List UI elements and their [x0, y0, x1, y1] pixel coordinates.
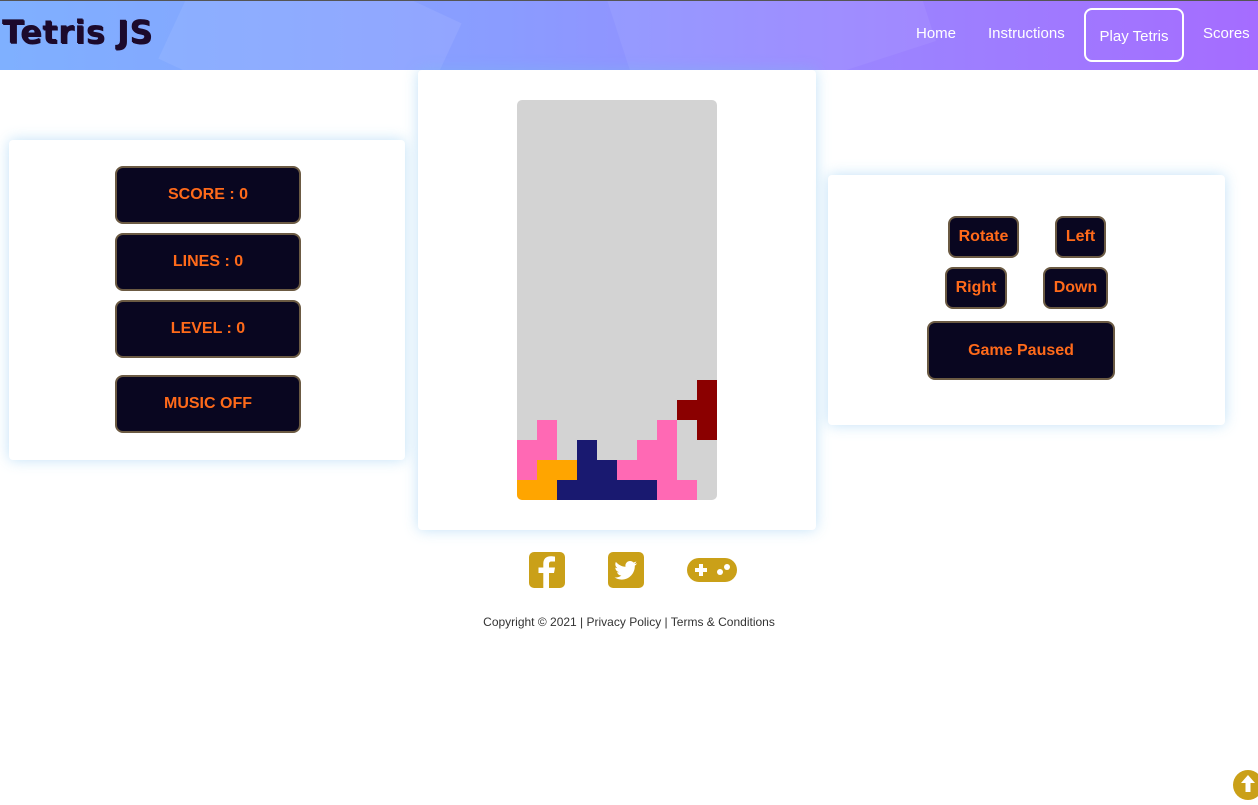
facebook-icon[interactable] — [529, 552, 565, 588]
pause-button[interactable]: Game Paused — [927, 321, 1115, 380]
board-block — [697, 420, 717, 440]
controls-panel: Rotate Left Right Down Game Paused — [828, 175, 1225, 425]
nav-home[interactable]: Home — [916, 1, 956, 69]
board-block — [617, 480, 637, 500]
privacy-policy-link[interactable]: Privacy Policy — [587, 615, 662, 629]
board-block — [517, 460, 537, 480]
down-button[interactable]: Down — [1043, 267, 1108, 309]
board-block — [637, 460, 657, 480]
arrow-up-icon — [1241, 775, 1255, 792]
board-block — [657, 420, 677, 440]
level-display: LEVEL : 0 — [115, 300, 301, 358]
board-block — [557, 480, 577, 500]
board-block — [537, 480, 557, 500]
board-block — [657, 480, 677, 500]
right-button[interactable]: Right — [945, 267, 1007, 309]
board-block — [677, 400, 697, 420]
board-block — [577, 460, 597, 480]
footer: Copyright © 2021 | Privacy Policy | Term… — [0, 615, 1258, 629]
nav-instructions[interactable]: Instructions — [988, 1, 1065, 69]
gamepad-icon[interactable] — [686, 552, 738, 588]
lines-display: LINES : 0 — [115, 233, 301, 291]
board-block — [597, 460, 617, 480]
footer-separator: | — [664, 615, 668, 629]
board-block — [677, 480, 697, 500]
board-block — [557, 460, 577, 480]
tetris-board — [517, 100, 717, 500]
board-block — [617, 460, 637, 480]
header-decoration — [158, 1, 462, 70]
board-block — [517, 480, 537, 500]
board-block — [697, 380, 717, 400]
brand-logo[interactable]: Tetris JS — [2, 13, 153, 51]
board-block — [637, 480, 657, 500]
board-block — [537, 440, 557, 460]
board-block — [637, 440, 657, 460]
copyright-text: Copyright © 2021 | — [483, 615, 584, 629]
board-block — [597, 480, 617, 500]
board-block — [657, 440, 677, 460]
game-board-panel — [418, 70, 816, 530]
music-toggle-button[interactable]: MUSIC OFF — [115, 375, 301, 433]
board-block — [537, 460, 557, 480]
board-block — [537, 420, 557, 440]
navbar: Tetris JS Home Instructions Play Tetris … — [0, 0, 1258, 70]
stats-panel: SCORE : 0 LINES : 0 LEVEL : 0 MUSIC OFF — [9, 140, 405, 460]
rotate-button[interactable]: Rotate — [948, 216, 1019, 258]
header-decoration — [604, 1, 936, 70]
board-block — [517, 440, 537, 460]
board-block — [697, 400, 717, 420]
board-block — [577, 440, 597, 460]
board-block — [577, 480, 597, 500]
left-button[interactable]: Left — [1055, 216, 1106, 258]
scroll-top-button[interactable] — [1233, 770, 1258, 800]
twitter-icon[interactable] — [608, 552, 644, 588]
terms-link[interactable]: Terms & Conditions — [671, 615, 775, 629]
nav-play-tetris[interactable]: Play Tetris — [1084, 8, 1184, 62]
nav-scores[interactable]: Scores — [1203, 1, 1250, 69]
board-block — [657, 460, 677, 480]
score-display: SCORE : 0 — [115, 166, 301, 224]
